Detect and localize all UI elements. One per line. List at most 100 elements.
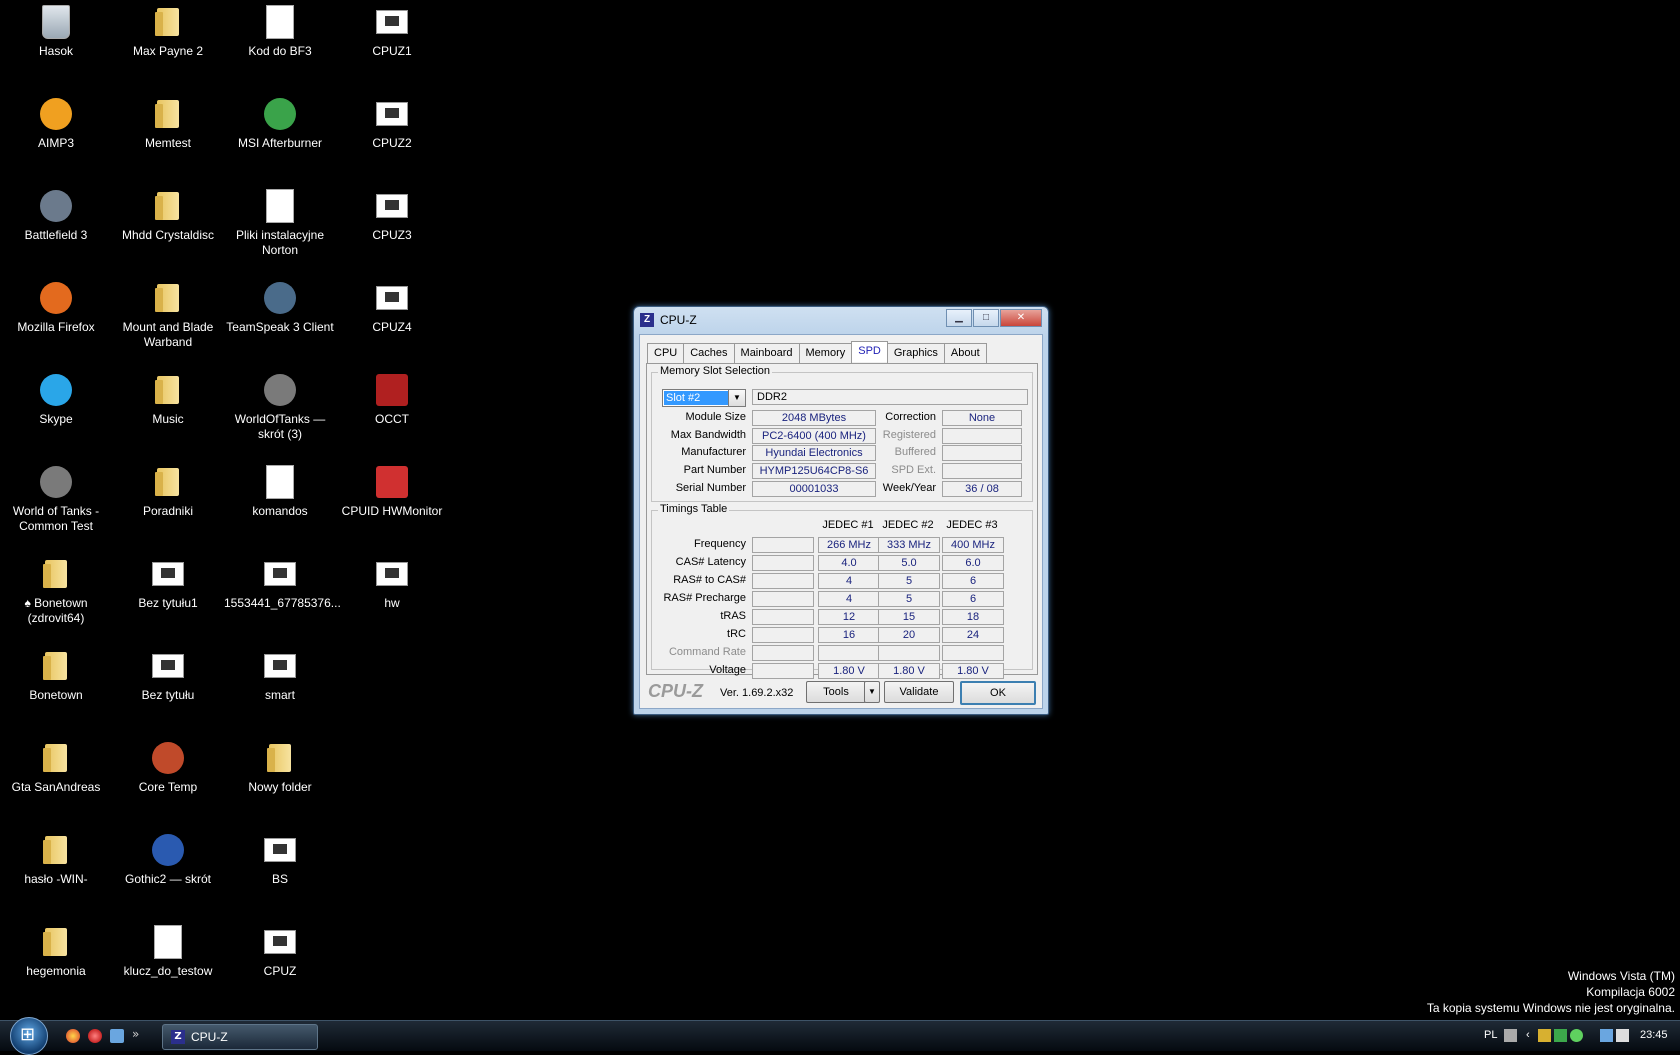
desktop-icon-label: BS <box>271 872 288 886</box>
desktop-icon[interactable]: Max Payne 2 <box>112 4 224 59</box>
taskbar-button-cpuz[interactable]: Z CPU-Z <box>162 1024 318 1050</box>
tray-expand-chevron-icon[interactable]: ‹ <box>1526 1029 1530 1041</box>
chrome-quicklaunch-icon[interactable] <box>66 1029 80 1043</box>
language-indicator[interactable]: PL <box>1484 1029 1497 1041</box>
desktop-icon[interactable]: 1553441_67785376... <box>224 556 341 611</box>
slot-select[interactable]: Slot #2 ▼ <box>662 389 746 407</box>
desktop-icon-label: CPUID HWMonitor <box>341 504 443 518</box>
desktop-icon[interactable]: CPUID HWMonitor <box>336 464 448 519</box>
quicklaunch-expand-icon[interactable]: » <box>132 1027 139 1041</box>
tab-memory[interactable]: Memory <box>798 343 853 364</box>
desktop-icon[interactable]: Pliki instalacyjne Norton <box>224 188 336 258</box>
folder-icon <box>150 280 186 316</box>
clock[interactable]: 23:45 <box>1640 1029 1668 1041</box>
version-text: Ver. 1.69.2.x32 <box>720 687 794 699</box>
desktop-icon[interactable]: BS <box>224 832 336 887</box>
validate-button[interactable]: Validate <box>884 681 954 703</box>
desktop-icon-label: Max Payne 2 <box>132 44 204 58</box>
desktop-icon[interactable]: AIMP3 <box>0 96 112 151</box>
desktop-icon[interactable]: Hasok <box>0 4 112 59</box>
desktop-icon[interactable]: smart <box>224 648 336 703</box>
label-buffered: Buffered <box>894 446 936 458</box>
desktop-icon[interactable]: Music <box>112 372 224 427</box>
desktop-icon-label: World of Tanks - Common Test <box>12 504 100 533</box>
desktop-icon[interactable]: Bonetown <box>0 648 112 703</box>
window-controls: ▁ □ ✕ <box>945 309 1042 327</box>
desktop-icon-label: Mount and Blade Warband <box>122 320 214 349</box>
slot-select-value: Slot #2 <box>664 391 728 405</box>
tab-about[interactable]: About <box>943 343 987 364</box>
image-icon-shape <box>376 194 408 218</box>
desktop-icon[interactable]: Mount and Blade Warband <box>112 280 224 350</box>
timing-cell: 6 <box>942 591 1004 607</box>
desktop-icon[interactable]: hasło -WIN- <box>0 832 112 887</box>
desktop-icon[interactable]: komandos <box>224 464 336 519</box>
tab-graphics[interactable]: Graphics <box>886 343 945 364</box>
desktop-icon[interactable]: klucz_do_testow <box>112 924 224 979</box>
desktop-icon[interactable]: Gothic2 — skrót <box>112 832 224 887</box>
desktop-icon[interactable]: hegemonia <box>0 924 112 979</box>
timing-cell: 5.0 <box>878 555 940 571</box>
ok-button[interactable]: OK <box>960 681 1036 705</box>
timing-cell: 20 <box>878 627 940 643</box>
desktop-icon[interactable]: TeamSpeak 3 Client <box>224 280 336 335</box>
label-serial-number: Serial Number <box>675 482 746 494</box>
desktop-icon[interactable]: Memtest <box>112 96 224 151</box>
desktop-icon[interactable]: MSI Afterburner <box>224 96 336 151</box>
desktop-icon[interactable]: Mozilla Firefox <box>0 280 112 335</box>
tools-dropdown-chevron-icon[interactable]: ▼ <box>864 681 880 703</box>
desktop-icon[interactable]: Poradniki <box>112 464 224 519</box>
desktop-icon[interactable]: Kod do BF3 <box>224 4 336 59</box>
desktop-icon[interactable]: Mhdd Crystaldisc <box>112 188 224 243</box>
chevron-down-icon[interactable]: ▼ <box>728 390 745 406</box>
firefox-icon-shape <box>40 282 72 314</box>
tab-cpu[interactable]: CPU <box>647 343 685 364</box>
close-button[interactable]: ✕ <box>1000 309 1042 327</box>
timing-cell: 4 <box>818 573 880 589</box>
value-module-size: 2048 MBytes <box>752 410 876 426</box>
desktop-icon[interactable]: ♠ Bonetown (zdrovit64) <box>0 556 112 626</box>
tab-caches[interactable]: Caches <box>683 343 735 364</box>
spd-panel: Memory Slot Selection Slot #2 ▼ DDR2 Mod… <box>646 363 1038 679</box>
desktop-icon[interactable]: Nowy folder <box>224 740 336 795</box>
minimize-button[interactable]: ▁ <box>946 309 972 327</box>
desktop-icon[interactable]: CPUZ4 <box>336 280 448 335</box>
volume-icon[interactable] <box>1616 1029 1629 1042</box>
desktop-icon[interactable]: CPUZ3 <box>336 188 448 243</box>
desktop-icon-label: komandos <box>252 504 308 518</box>
desktop-icon[interactable]: Bez tytułu1 <box>112 556 224 611</box>
desktop-icon[interactable]: Skype <box>0 372 112 427</box>
desktop-icon[interactable]: CPUZ1 <box>336 4 448 59</box>
tools-button[interactable]: Tools <box>806 681 866 703</box>
desktop-icon[interactable]: World of Tanks - Common Test <box>0 464 112 534</box>
network-icon[interactable] <box>1600 1029 1613 1042</box>
label-max-bandwidth: Max Bandwidth <box>670 429 746 441</box>
opera-quicklaunch-icon[interactable] <box>88 1029 102 1043</box>
tray-app-icon[interactable] <box>1570 1029 1583 1042</box>
tab-spd[interactable]: SPD <box>851 341 888 362</box>
desktop-icon[interactable]: CPUZ <box>224 924 336 979</box>
start-button[interactable] <box>10 1017 48 1055</box>
timing-cell: 12 <box>818 609 880 625</box>
word-document-icon <box>262 4 298 40</box>
show-desktop-icon[interactable] <box>110 1029 124 1043</box>
desktop-icon-label: CPUZ2 <box>372 136 412 150</box>
maximize-button[interactable]: □ <box>973 309 999 327</box>
timing-cell: 1.80 V <box>818 663 880 679</box>
timing-cell <box>818 645 880 661</box>
desktop-icon[interactable]: Gta SanAndreas <box>0 740 112 795</box>
desktop-icon[interactable]: hw <box>336 556 448 611</box>
timing-cell: 333 MHz <box>878 537 940 553</box>
timing-column-header: JEDEC #1 <box>822 519 874 531</box>
folder-icon-shape <box>43 652 67 680</box>
desktop-icon[interactable]: CPUZ2 <box>336 96 448 151</box>
desktop-icon[interactable]: OCCT <box>336 372 448 427</box>
desktop-icon[interactable]: WorldOfTanks — skrót (3) <box>224 372 336 442</box>
desktop-icon[interactable]: Bez tytułu <box>112 648 224 703</box>
tab-mainboard[interactable]: Mainboard <box>733 343 800 364</box>
keyboard-icon[interactable] <box>1504 1029 1517 1042</box>
desktop-icon[interactable]: Battlefield 3 <box>0 188 112 243</box>
desktop-icon[interactable]: Core Temp <box>112 740 224 795</box>
coretemp-tray-icon[interactable] <box>1538 1029 1551 1042</box>
nvidia-tray-icon[interactable] <box>1554 1029 1567 1042</box>
